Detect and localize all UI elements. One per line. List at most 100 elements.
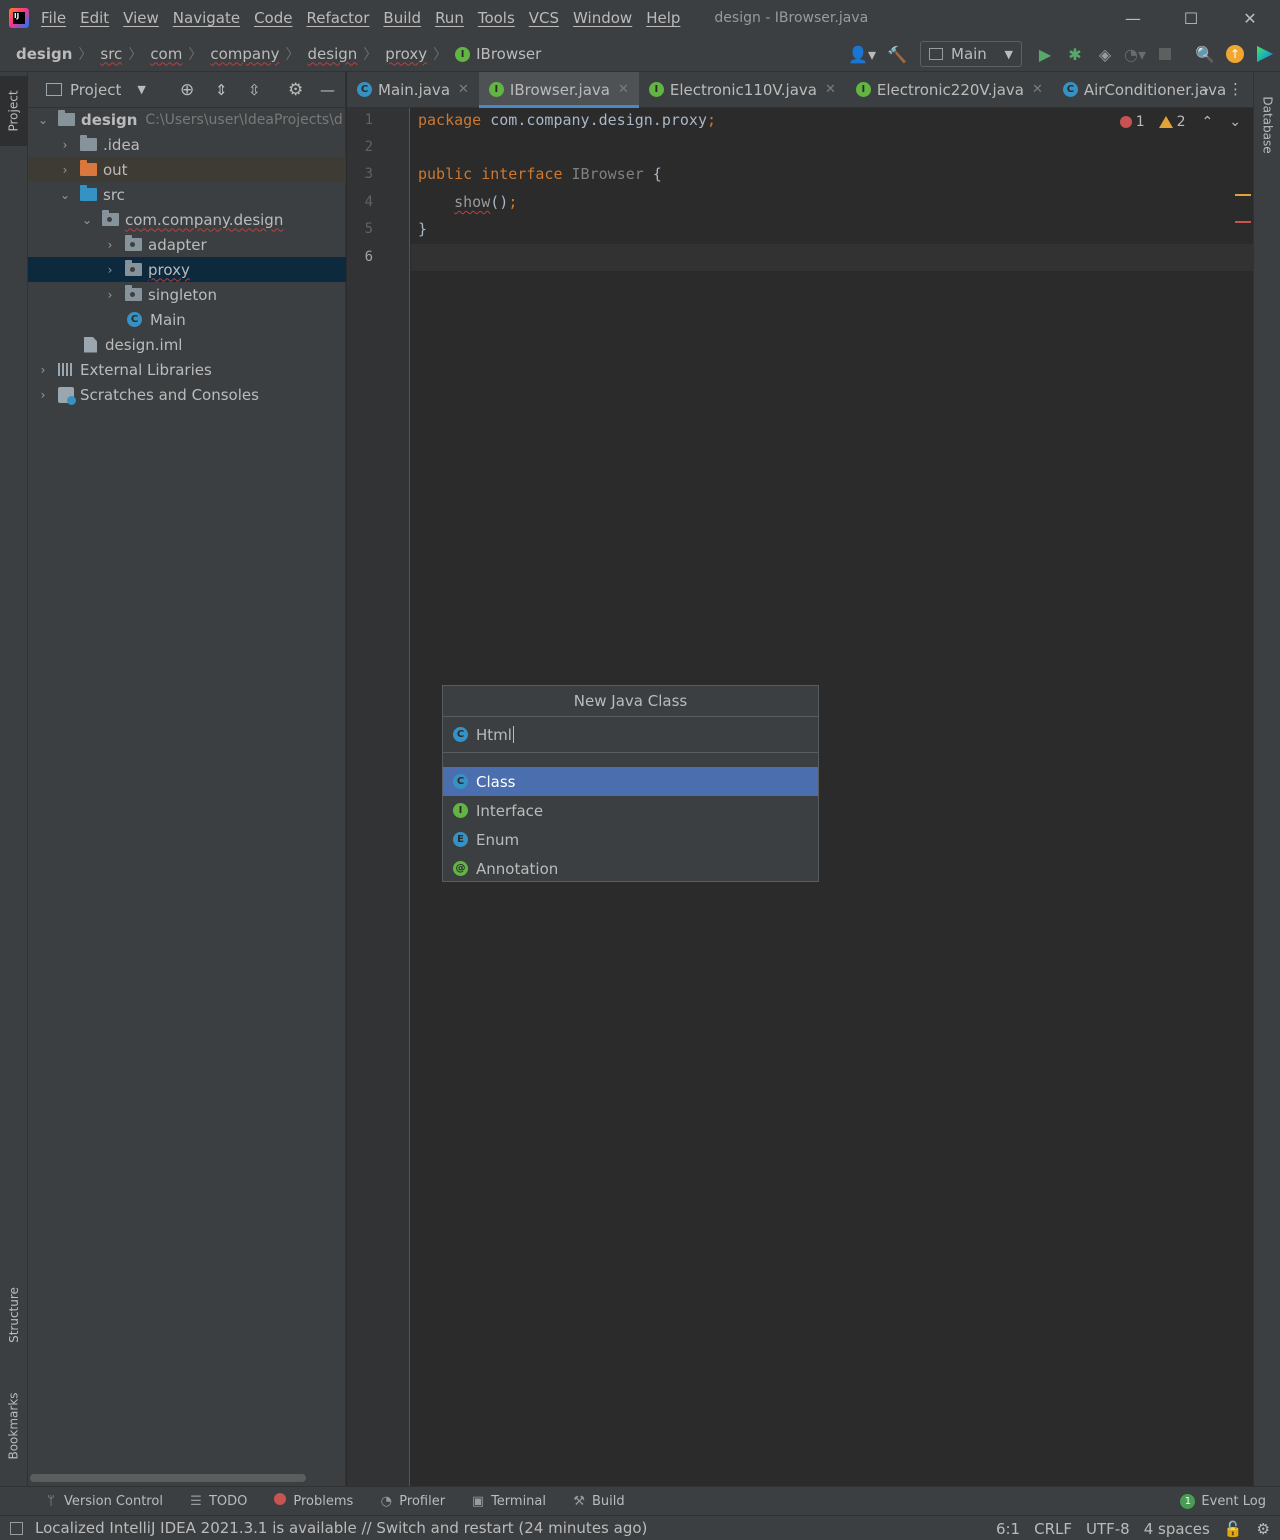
- menu-help[interactable]: Help: [646, 9, 680, 27]
- chevron-up-icon[interactable]: ⌃: [1202, 114, 1214, 130]
- expand-all-icon[interactable]: ⇕: [215, 81, 228, 99]
- tree-item-external-libraries[interactable]: › External Libraries: [28, 357, 346, 382]
- tree-item-main[interactable]: C Main: [28, 307, 346, 332]
- tree-item-scratches[interactable]: › Scratches and Consoles: [28, 382, 346, 407]
- tree-item-adapter[interactable]: › adapter: [28, 232, 346, 257]
- chevron-right-icon[interactable]: ›: [103, 238, 117, 252]
- chevron-down-icon[interactable]: ⌄: [1229, 114, 1241, 130]
- popup-item-class[interactable]: C Class: [443, 767, 818, 796]
- run-icon[interactable]: ▶: [1032, 41, 1058, 67]
- popup-item-annotation[interactable]: @ Annotation: [443, 854, 818, 883]
- menu-edit[interactable]: Edit: [80, 9, 109, 27]
- tree-item-singleton[interactable]: › singleton: [28, 282, 346, 307]
- coverage-icon[interactable]: ◈: [1092, 41, 1118, 67]
- tab-electronic110v-java[interactable]: I Electronic110V.java ✕: [639, 72, 846, 108]
- chevron-down-icon[interactable]: ⌄: [80, 213, 94, 227]
- menu-build[interactable]: Build: [383, 9, 421, 27]
- chevron-right-icon[interactable]: ›: [58, 138, 72, 152]
- tree-item-com-company-design[interactable]: ⌄ com.company.design: [28, 207, 346, 232]
- search-icon[interactable]: 🔍: [1192, 41, 1218, 67]
- menu-tools[interactable]: Tools: [478, 9, 515, 27]
- tabs-dropdown-icon[interactable]: ⌄: [1200, 81, 1211, 96]
- hide-panel-icon[interactable]: —: [320, 81, 335, 99]
- horizontal-scrollbar[interactable]: [30, 1474, 306, 1482]
- stop-icon[interactable]: [1152, 41, 1178, 67]
- unlock-icon[interactable]: 🔓: [1224, 1520, 1243, 1538]
- chevron-down-icon[interactable]: ⌄: [58, 188, 72, 202]
- popup-item-interface[interactable]: I Interface: [443, 796, 818, 825]
- gear-icon[interactable]: ⚙: [288, 80, 303, 100]
- popup-item-enum[interactable]: E Enum: [443, 825, 818, 854]
- update-icon[interactable]: ↑: [1222, 41, 1248, 67]
- close-icon[interactable]: ✕: [825, 82, 836, 97]
- error-stripe-marker[interactable]: [1235, 221, 1251, 223]
- project-panel-title[interactable]: Project: [70, 81, 121, 99]
- menu-code[interactable]: Code: [254, 9, 292, 27]
- tab-main-java[interactable]: C Main.java ✕: [347, 72, 479, 108]
- breadcrumb-proxy[interactable]: proxy: [377, 45, 427, 63]
- problems-tool-button[interactable]: Problems: [273, 1493, 353, 1509]
- bookmarks-tool-tab[interactable]: Bookmarks: [0, 1378, 28, 1474]
- database-tool-tab[interactable]: Database: [1254, 82, 1280, 168]
- chevron-down-icon[interactable]: ⌄: [36, 113, 50, 127]
- toggle-tool-windows-icon[interactable]: [10, 1521, 23, 1535]
- structure-tool-tab[interactable]: Structure: [0, 1270, 28, 1360]
- minimize-button[interactable]: —: [1104, 0, 1162, 36]
- class-name-input[interactable]: C Html: [443, 717, 818, 753]
- breadcrumb-com[interactable]: com: [142, 45, 182, 63]
- breadcrumb-company[interactable]: company: [202, 45, 279, 63]
- project-tool-tab[interactable]: Project: [0, 76, 28, 146]
- chevron-right-icon[interactable]: ›: [103, 263, 117, 277]
- locate-icon[interactable]: ⊕: [180, 80, 194, 100]
- run-configuration-select[interactable]: Main ▼: [920, 41, 1022, 67]
- menu-window[interactable]: Window: [573, 9, 632, 27]
- close-icon[interactable]: ✕: [1032, 82, 1043, 97]
- inspection-widget[interactable]: 1 2 ⌃ ⌄: [1119, 114, 1241, 130]
- memory-indicator-icon[interactable]: ⚙: [1257, 1520, 1270, 1538]
- event-log-tool-button[interactable]: 1 Event Log: [1180, 1494, 1266, 1509]
- chevron-right-icon[interactable]: ›: [103, 288, 117, 302]
- menu-vcs[interactable]: VCS: [529, 9, 559, 27]
- file-encoding[interactable]: UTF-8: [1086, 1520, 1130, 1538]
- version-control-tool-button[interactable]: ᛘ Version Control: [44, 1494, 163, 1509]
- menu-file[interactable]: File: [41, 9, 66, 27]
- tree-item-idea[interactable]: › .idea: [28, 132, 346, 157]
- breadcrumb-src[interactable]: src: [92, 45, 122, 63]
- menu-run[interactable]: Run: [435, 9, 464, 27]
- tree-item-src[interactable]: ⌄ src: [28, 182, 346, 207]
- close-icon[interactable]: ✕: [458, 82, 469, 97]
- close-icon[interactable]: ✕: [618, 82, 629, 97]
- chevron-down-icon[interactable]: ▼: [137, 83, 145, 96]
- tree-item-proxy[interactable]: › proxy: [28, 257, 346, 282]
- tree-item-design-iml[interactable]: design.iml: [28, 332, 346, 357]
- menu-refactor[interactable]: Refactor: [306, 9, 369, 27]
- more-options-icon[interactable]: ⋮: [1228, 80, 1243, 98]
- profile-icon[interactable]: ◔▾: [1122, 41, 1148, 67]
- profiler-tool-button[interactable]: ◔ Profiler: [379, 1494, 445, 1509]
- chevron-right-icon[interactable]: ›: [36, 388, 50, 402]
- chevron-right-icon[interactable]: ›: [58, 163, 72, 177]
- close-window-button[interactable]: ✕: [1221, 0, 1279, 36]
- tab-electronic220v-java[interactable]: I Electronic220V.java ✕: [846, 72, 1053, 108]
- collapse-all-icon[interactable]: ⇳: [248, 81, 261, 99]
- menu-view[interactable]: View: [123, 9, 159, 27]
- caret-position[interactable]: 6:1: [996, 1520, 1020, 1538]
- status-message[interactable]: Localized IntelliJ IDEA 2021.3.1 is avai…: [35, 1519, 647, 1537]
- code-with-me-icon[interactable]: [1252, 41, 1278, 67]
- tab-ibrowser-java[interactable]: I IBrowser.java ✕: [478, 71, 639, 108]
- chevron-right-icon[interactable]: ›: [36, 363, 50, 377]
- build-tool-button[interactable]: ⚒ Build: [572, 1494, 624, 1509]
- breadcrumb-design-project[interactable]: design: [0, 45, 72, 63]
- warning-stripe-marker[interactable]: [1235, 194, 1251, 196]
- breadcrumb-design[interactable]: design: [300, 45, 358, 63]
- menu-navigate[interactable]: Navigate: [173, 9, 240, 27]
- terminal-tool-button[interactable]: ▣ Terminal: [471, 1494, 546, 1509]
- todo-tool-button[interactable]: ☰ TODO: [189, 1494, 247, 1509]
- tree-item-out[interactable]: › out: [28, 157, 346, 182]
- indent-setting[interactable]: 4 spaces: [1144, 1520, 1210, 1538]
- build-hammer-icon[interactable]: 🔨: [884, 41, 910, 67]
- maximize-button[interactable]: ☐: [1162, 0, 1220, 36]
- user-icon[interactable]: 👤▾: [844, 41, 880, 67]
- breadcrumb-ibrowser[interactable]: I IBrowser: [447, 45, 541, 63]
- tree-item-design[interactable]: ⌄ design C:\Users\user\IdeaProjects\d: [28, 107, 346, 132]
